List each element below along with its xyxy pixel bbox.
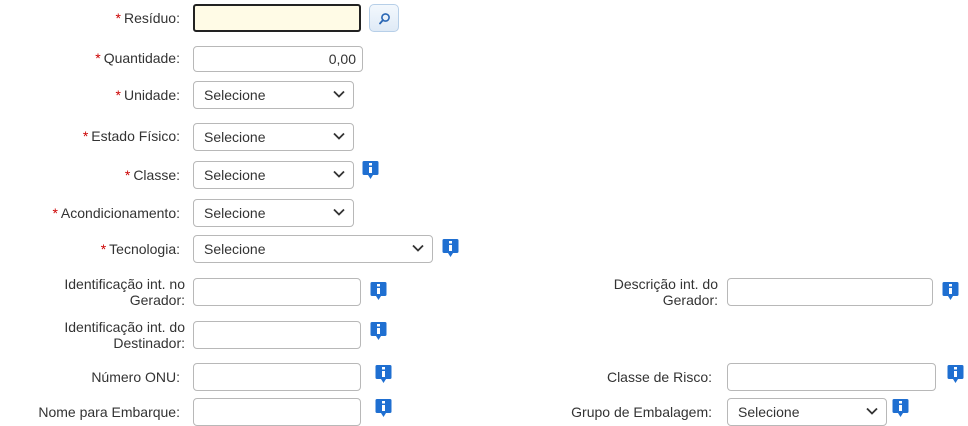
chevron-down-icon bbox=[412, 244, 424, 252]
estado-fisico-label: * Estado Físico: bbox=[82, 128, 180, 144]
estado-fisico-select[interactable]: Selecione bbox=[193, 123, 354, 151]
ident-destinador-label: Identificação int. do Destinador: bbox=[64, 319, 185, 351]
info-icon[interactable] bbox=[942, 281, 959, 301]
descricao-gerador-input[interactable] bbox=[727, 278, 933, 306]
numero-onu-input[interactable] bbox=[193, 363, 361, 391]
residuo-input[interactable] bbox=[193, 4, 361, 32]
tecnologia-label: * Tecnologia: bbox=[100, 241, 180, 257]
required-marker: * bbox=[115, 10, 121, 26]
ident-destinador-input[interactable] bbox=[193, 321, 361, 349]
classe-label: * Classe: bbox=[124, 167, 180, 183]
nome-embarque-input[interactable] bbox=[193, 398, 361, 426]
chevron-down-icon bbox=[866, 407, 878, 415]
tecnologia-select[interactable]: Selecione bbox=[193, 235, 433, 263]
classe-select[interactable]: Selecione bbox=[193, 161, 354, 189]
numero-onu-label: Número ONU: bbox=[91, 369, 180, 385]
info-icon[interactable] bbox=[370, 281, 387, 301]
info-icon[interactable] bbox=[947, 364, 964, 384]
search-icon bbox=[379, 13, 390, 25]
info-icon[interactable] bbox=[375, 364, 392, 384]
info-icon[interactable] bbox=[892, 398, 909, 418]
unidade-label: * Unidade: bbox=[115, 87, 181, 103]
chevron-down-icon bbox=[333, 208, 345, 216]
chevron-down-icon bbox=[333, 132, 345, 140]
info-icon[interactable] bbox=[442, 238, 459, 258]
acondicionamento-select[interactable]: Selecione bbox=[193, 199, 354, 227]
chevron-down-icon bbox=[333, 90, 345, 98]
classe-risco-label: Classe de Risco: bbox=[606, 369, 712, 385]
quantidade-input[interactable] bbox=[193, 46, 363, 72]
residuo-search-button[interactable] bbox=[369, 4, 399, 32]
classe-risco-input[interactable] bbox=[727, 363, 936, 391]
grupo-embalagem-label: Grupo de Embalagem: bbox=[571, 404, 712, 420]
chevron-down-icon bbox=[333, 170, 345, 178]
grupo-embalagem-select[interactable]: Selecione bbox=[727, 398, 887, 426]
quantidade-label: * Quantidade: bbox=[95, 50, 180, 66]
info-icon[interactable] bbox=[370, 321, 387, 341]
acondicionamento-label: * Acondicionamento: bbox=[52, 205, 180, 221]
ident-gerador-label: Identificação int. no Gerador: bbox=[64, 276, 185, 308]
residuo-label: * Resíduo: bbox=[115, 10, 181, 26]
nome-embarque-label: Nome para Embarque: bbox=[38, 404, 180, 420]
info-icon[interactable] bbox=[362, 160, 379, 180]
waste-form: *Resíduo: *Quantidade: *Unidade: Selecio… bbox=[0, 0, 968, 426]
unidade-select[interactable]: Selecione bbox=[193, 81, 354, 109]
info-icon[interactable] bbox=[375, 398, 392, 418]
descricao-gerador-label: Descrição int. do Gerador: bbox=[613, 276, 718, 308]
ident-gerador-input[interactable] bbox=[193, 278, 361, 306]
